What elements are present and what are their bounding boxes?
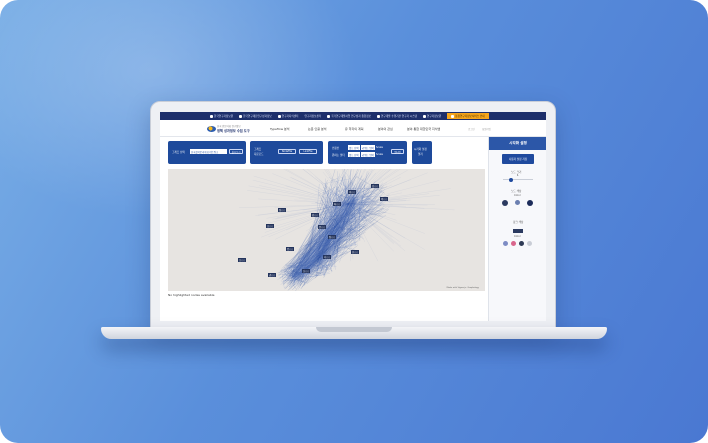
node-label[interactable]: 최○○ — [333, 202, 342, 206]
top-link-highlight[interactable]: 통합연구자정보서비스 안내 — [447, 113, 489, 119]
nav-menu-plan[interactable]: 유 학자의 계획 — [345, 127, 363, 131]
site-logo[interactable]: 한국 인문사회 연구정보 정책 성과정보 수집 도구 — [207, 124, 250, 134]
graph-credit: Made with Sigma.js, Graphology — [446, 287, 479, 289]
filter-row2-field-select[interactable]: 필드 선택 — [348, 152, 360, 157]
background-stage: 한국연구자정보원 한국연구재단연구성과정보 연구자지식센터 연구자정보센터 국가… — [0, 0, 708, 443]
node-label[interactable]: 윤○○ — [318, 225, 327, 229]
link-file-button[interactable]: LinkFile — [299, 149, 317, 154]
top-link-5[interactable]: 연구개발 수행기관 연구자 시스템 — [377, 114, 417, 118]
top-link-label: 통합연구자정보서비스 안내 — [455, 115, 485, 118]
filter-row2-keyword-input[interactable]: 키워드 입력 — [361, 152, 375, 157]
sidebar-title: 시각화 설정 — [489, 137, 546, 150]
edge-color-chip[interactable] — [513, 229, 523, 233]
top-link-1[interactable]: 한국연구재단연구성과정보 — [239, 114, 272, 118]
top-link-3[interactable]: 연구자정보센터 — [304, 114, 321, 118]
filter-row1-scale: Scale — [376, 146, 383, 149]
download-label-line2: 다운로드 — [254, 153, 264, 156]
top-link-label: 한국연구재단연구성과정보 — [243, 115, 272, 118]
network-graph-canvas[interactable]: 김○○ 이○○ 박○○ 최○○ 정○○ 강○○ 조○○ 윤○○ 장○○ 임○○ … — [168, 169, 485, 291]
node-file-button[interactable]: NodeFile — [278, 149, 296, 154]
edge-color-swatch[interactable] — [527, 241, 532, 246]
edge-color-label: 링크 색상 — [513, 221, 524, 224]
node-size-slider[interactable] — [503, 177, 533, 182]
top-link-4[interactable]: 국가연구개발사업 연구성과 종합정보 — [327, 114, 371, 118]
edge-color-swatch[interactable] — [511, 241, 516, 246]
filter-row2-scale: Scale — [376, 153, 383, 156]
top-link-2[interactable]: 연구자지식센터 — [277, 114, 299, 118]
nav-menu-interest[interactable]: 분야의 관심 — [378, 127, 393, 131]
filter-row2-label: 원하는 필터 — [332, 154, 345, 157]
node-label[interactable]: 조○○ — [266, 224, 275, 228]
document-icon — [277, 114, 281, 118]
download-label-line1: 그래프 — [254, 148, 262, 151]
visual-settings-line2: 열기 — [418, 153, 423, 156]
filter-row1-label: 인용인 — [332, 147, 340, 150]
document-icon — [422, 114, 426, 118]
node-label[interactable]: 한○○ — [351, 250, 360, 254]
login-link[interactable]: 로그인 — [468, 127, 475, 131]
download-panel: 그래프 다운로드 NodeFile LinkFile — [250, 141, 323, 164]
top-link-label: 한국연구자정보원 — [214, 115, 234, 118]
visual-settings-line1: 시각화 설정 — [414, 148, 427, 151]
graph-select-dropdown[interactable]: 한국철학분과학회 네트워크 — [190, 149, 227, 154]
logo-mark-icon — [207, 126, 216, 132]
filter-button[interactable]: 필터링 — [391, 149, 404, 154]
filter-row1-field-select[interactable]: 필드 선택 — [348, 145, 360, 150]
node-color-swatch[interactable] — [527, 200, 533, 206]
node-label[interactable]: 김○○ — [371, 184, 380, 188]
top-link-label: 연구자지식센터 — [281, 115, 299, 118]
top-link-0[interactable]: 한국연구자정보원 — [210, 114, 233, 118]
document-icon — [377, 114, 381, 118]
laptop-frame: 한국연구자정보원 한국연구재단연구성과정보 연구자지식센터 연구자정보센터 국가… — [150, 101, 556, 331]
graph-select-panel: 그래프 선택 한국철학분과학회 네트워크 불러오기 — [168, 141, 246, 164]
node-label[interactable]: 서○○ — [323, 255, 332, 259]
laptop-notch — [316, 327, 392, 332]
graph-select-label: 그래프 선택 — [172, 151, 185, 154]
top-link-label: 연구개발 수행기관 연구자 시스템 — [381, 115, 417, 118]
node-label[interactable]: 오○○ — [238, 258, 247, 262]
home-icon — [210, 114, 213, 118]
top-link-bar: 한국연구자정보원 한국연구재단연구성과정보 연구자지식센터 연구자정보센터 국가… — [160, 112, 546, 120]
filter-panel: 인용인 필드 선택 키워드 입력 Scale 원하는 필터 필드 선택 키워드 … — [328, 141, 407, 164]
highlight-status-text: No highlighted nodes available — [168, 293, 215, 297]
node-size-slider-handle[interactable] — [509, 177, 513, 182]
node-label[interactable]: 정○○ — [278, 208, 287, 212]
top-link-label: 연구자정보센터 — [304, 115, 322, 118]
edge-color-sub: Color — [514, 235, 521, 238]
node-color-label: 노드 색상 — [511, 190, 522, 193]
top-link-6[interactable]: 연구자정보원 — [422, 114, 442, 118]
top-link-label: 연구자정보원 — [426, 115, 442, 118]
visual-settings-panel[interactable]: 시각화 설정 열기 — [412, 141, 432, 164]
node-label[interactable]: 이○○ — [348, 190, 357, 194]
main-nav: 한국 인문사회 연구정보 정책 성과정보 수집 도구 Typeflow 분석 논… — [160, 120, 546, 137]
star-icon — [451, 114, 455, 118]
laptop-screen: 한국연구자정보원 한국연구재단연구성과정보 연구자지식센터 연구자정보센터 국가… — [160, 112, 546, 321]
nav-menu-citation[interactable]: 논문 인용 분석 — [308, 127, 326, 131]
node-label[interactable]: 장○○ — [328, 235, 337, 239]
globe-icon — [327, 114, 331, 118]
edge-color-swatch[interactable] — [503, 241, 508, 246]
node-label[interactable]: 박○○ — [380, 197, 389, 201]
node-label[interactable]: 신○○ — [302, 269, 311, 273]
document-icon — [239, 114, 243, 118]
nav-menu-typeflow[interactable]: Typeflow 분석 — [270, 127, 290, 131]
load-graph-button[interactable]: 불러오기 — [229, 149, 243, 154]
node-color-swatch[interactable] — [502, 200, 508, 206]
node-color-sub: Color — [514, 194, 521, 197]
node-label[interactable]: 강○○ — [311, 213, 320, 217]
node-label[interactable]: 임○○ — [286, 247, 295, 251]
visual-settings-sidebar: 시각화 설정 사용자 설정 저장 노드 크기 1 노드 색상 Color 링크 … — [488, 137, 546, 321]
node-color-swatch[interactable] — [515, 200, 520, 205]
network-graph-svg[interactable] — [168, 169, 485, 291]
edge-color-swatch[interactable] — [519, 241, 524, 246]
signup-link[interactable]: 회원가입 — [482, 127, 491, 131]
top-link-label: 국가연구개발사업 연구성과 종합정보 — [331, 115, 372, 118]
nav-menu-knowledge-map[interactable]: 분야 통합 대한민국 지식맵 — [407, 127, 440, 131]
logo-title: 정책 성과정보 수집 도구 — [217, 129, 250, 133]
node-label[interactable]: 권○○ — [268, 273, 277, 277]
filter-row1-keyword-input[interactable]: 키워드 입력 — [361, 145, 375, 150]
save-user-settings-button[interactable]: 사용자 설정 저장 — [502, 154, 534, 164]
node-size-value: 1 — [517, 174, 519, 177]
